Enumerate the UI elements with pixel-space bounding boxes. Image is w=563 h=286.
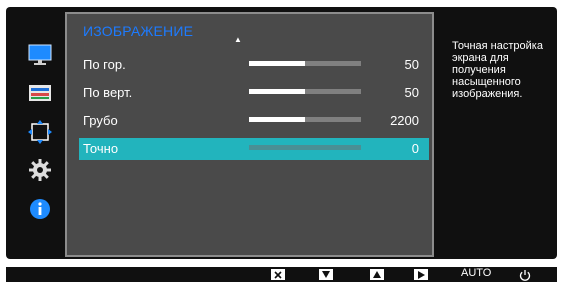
row-label: Грубо <box>83 113 118 128</box>
info-icon[interactable] <box>28 197 52 221</box>
level-bar <box>249 89 361 94</box>
row-value: 2200 <box>390 113 419 128</box>
level-bar-fill <box>249 89 305 94</box>
panel-title: ИЗОБРАЖЕНИЕ <box>83 23 194 39</box>
help-text: Точная настройка экрана для получения на… <box>452 40 543 100</box>
gear-icon[interactable] <box>28 158 52 182</box>
level-bar <box>249 117 361 122</box>
auto-button[interactable]: AUTO <box>461 267 491 279</box>
row-label: Точно <box>83 141 119 156</box>
row-label: По верт. <box>83 85 133 100</box>
menu-row-horizontal[interactable]: По гор. 50 <box>79 54 429 76</box>
level-bar <box>249 145 361 150</box>
level-bar <box>249 61 361 66</box>
scroll-up-icon[interactable]: ▲ <box>234 35 242 44</box>
menu-row-fine[interactable]: Точно 0 <box>79 138 429 160</box>
level-bar-fill <box>249 117 305 122</box>
button-guide-bar: AUTO <box>6 267 557 282</box>
close-icon[interactable] <box>271 269 285 280</box>
enter-arrow-icon[interactable] <box>414 269 428 280</box>
menu-row-vertical[interactable]: По верт. 50 <box>79 82 429 104</box>
row-label: По гор. <box>83 57 126 72</box>
row-value: 0 <box>411 141 419 156</box>
power-icon[interactable] <box>519 268 531 286</box>
arrow-down-icon[interactable] <box>319 269 333 280</box>
row-value: 50 <box>404 85 419 100</box>
menu-row-coarse[interactable]: Грубо 2200 <box>79 110 429 132</box>
row-value: 50 <box>404 57 419 72</box>
side-menu <box>18 31 62 257</box>
arrow-up-icon[interactable] <box>370 269 384 280</box>
position-arrows-icon[interactable] <box>18 114 62 150</box>
monitor-icon[interactable] <box>28 43 52 67</box>
picture-settings-icon[interactable] <box>28 81 52 105</box>
image-settings-panel: ИЗОБРАЖЕНИЕ ▲ По гор. 50 По верт. 50 Гру… <box>65 12 434 257</box>
level-bar-fill <box>249 61 305 66</box>
